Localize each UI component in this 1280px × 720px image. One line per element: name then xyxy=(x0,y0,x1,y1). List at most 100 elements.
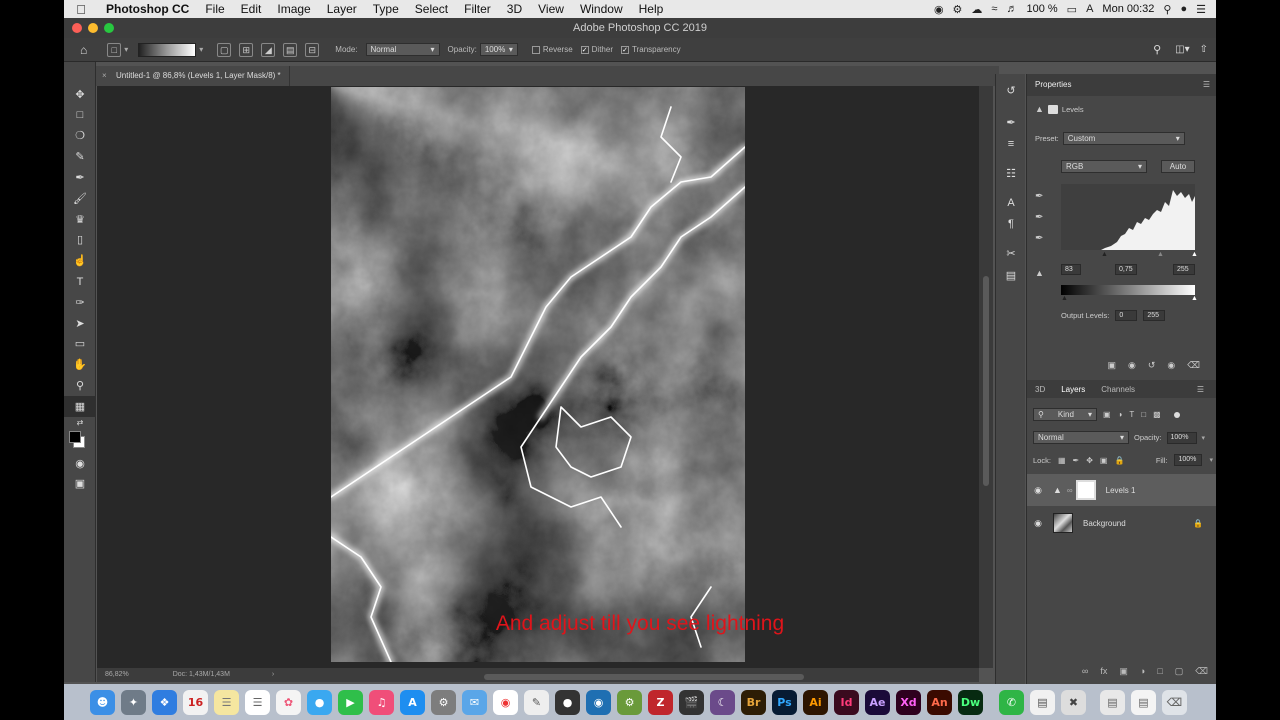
tool-preset-picker[interactable]: □ ▾ xyxy=(107,42,128,57)
menu-edit[interactable]: Edit xyxy=(233,2,270,16)
tab-channels[interactable]: Channels xyxy=(1093,385,1143,394)
brush-settings-icon[interactable]: ✒ xyxy=(996,112,1026,134)
input-sliders[interactable]: ▲ ▲ ▲ xyxy=(1063,251,1198,258)
reset-icon[interactable]: ↺ xyxy=(1148,360,1156,371)
chevron-down-icon[interactable]: ▾ xyxy=(1202,434,1206,442)
fill-field[interactable]: 100% xyxy=(1174,454,1203,466)
close-window-button[interactable] xyxy=(72,23,82,33)
record-icon[interactable]: ◉ xyxy=(934,3,944,16)
finder-icon[interactable]: ☻ xyxy=(90,689,115,715)
filter-kind-select[interactable]: ⚲ Kind ▾ xyxy=(1033,408,1097,421)
tools-presets-icon[interactable]: ✂ xyxy=(996,243,1026,265)
swap-colors-icon[interactable]: ⇄ xyxy=(64,417,96,429)
dreamweaver-icon[interactable]: Dw xyxy=(958,689,983,715)
auto-button[interactable]: Auto xyxy=(1161,160,1195,173)
zoom-window-button[interactable] xyxy=(104,23,114,33)
color-swatches[interactable] xyxy=(64,429,96,453)
close-tab-icon[interactable]: × xyxy=(102,66,107,86)
mode-select[interactable]: Normal ▾ xyxy=(365,43,440,56)
itunes-icon[interactable]: ♫ xyxy=(369,689,394,715)
spotlight-search-icon[interactable]: ⚲ xyxy=(1163,3,1171,16)
menu-window[interactable]: Window xyxy=(572,2,631,16)
zoom-level[interactable]: 86,82% xyxy=(105,671,129,678)
siri-icon[interactable]: ● xyxy=(1180,3,1187,15)
battery-icon[interactable]: ▭ xyxy=(1067,3,1077,16)
output-white-slider[interactable]: ▲ xyxy=(1191,295,1198,302)
menu-view[interactable]: View xyxy=(530,2,572,16)
lock-all-icon[interactable]: 🔒 xyxy=(1114,456,1124,465)
type-tool-icon[interactable]: T xyxy=(64,271,96,292)
xd-icon[interactable]: Xd xyxy=(896,689,921,715)
menu-layer[interactable]: Layer xyxy=(319,2,365,16)
foreground-color-swatch[interactable] xyxy=(69,430,81,443)
new-layer-icon[interactable]: ▢ xyxy=(1175,666,1184,677)
menu-file[interactable]: File xyxy=(197,2,232,16)
chevron-down-icon[interactable]: ▾ xyxy=(1209,456,1213,464)
safari-icon[interactable]: ❖ xyxy=(152,689,177,715)
lock-image-icon[interactable]: ✒ xyxy=(1073,456,1080,465)
black-input-slider[interactable]: ▲ xyxy=(1101,251,1108,258)
eyedropper-tool-icon[interactable]: ✒ xyxy=(64,167,96,188)
link-icon[interactable]: ∞ xyxy=(1067,486,1073,495)
glyphs-panel-icon[interactable]: ▤ xyxy=(996,265,1026,287)
marquee-tool-icon[interactable]: □ xyxy=(64,105,96,126)
utility-icon[interactable]: ⚙ xyxy=(617,689,642,715)
menu-type[interactable]: Type xyxy=(365,2,407,16)
panel-menu-icon[interactable]: ☰ xyxy=(1203,74,1210,96)
layer-name[interactable]: Background xyxy=(1083,519,1126,528)
preset-select[interactable]: Custom ▾ xyxy=(1062,132,1185,145)
adjustments-panel-icon[interactable]: ≡ xyxy=(996,133,1026,155)
messages-icon[interactable]: ● xyxy=(307,689,332,715)
motion-icon[interactable]: ☾ xyxy=(710,689,735,715)
layer-filter-icons[interactable]: ▣◑T□▩ xyxy=(1103,410,1168,419)
angle-gradient-button[interactable]: ◢ xyxy=(261,42,276,57)
character-panel-icon[interactable]: A xyxy=(996,192,1026,214)
tab-layers[interactable]: Layers xyxy=(1053,385,1093,394)
levels-icon[interactable]: ▲ xyxy=(1035,104,1044,114)
cloud-icon[interactable]: ☁ xyxy=(971,3,982,16)
gamma-input-slider[interactable]: ▲ xyxy=(1157,251,1164,258)
output-black-field[interactable]: 0 xyxy=(1115,310,1138,321)
properties-title[interactable]: Properties xyxy=(1035,80,1071,89)
notes-icon[interactable]: ☰ xyxy=(214,689,239,715)
document-tab[interactable]: × Untitled-1 @ 86,8% (Levels 1, Layer Mas… xyxy=(96,66,290,86)
gray-point-eyedropper-icon[interactable]: ✒ xyxy=(1035,207,1043,228)
lock-transparent-icon[interactable]: ▦ xyxy=(1058,456,1066,465)
volume-icon[interactable]: ♬ xyxy=(1006,3,1017,15)
delete-trash-icon[interactable]: ⌫ xyxy=(1187,360,1200,371)
network-icon[interactable]: ◉ xyxy=(586,689,611,715)
after-effects-icon[interactable]: Ae xyxy=(865,689,890,715)
lock-position-icon[interactable]: ✥ xyxy=(1086,456,1093,465)
paragraph-panel-icon[interactable]: ¶ xyxy=(996,214,1026,236)
facetime-icon[interactable]: ▶ xyxy=(338,689,363,715)
dither-checkbox[interactable]: ✓ Dither xyxy=(580,45,613,54)
minimize-window-button[interactable] xyxy=(88,23,98,33)
visibility-eye-icon[interactable]: ◉ xyxy=(1027,485,1049,496)
home-icon[interactable]: ⌂ xyxy=(80,43,87,57)
menu-help[interactable]: Help xyxy=(631,2,672,16)
document-canvas[interactable] xyxy=(331,87,745,662)
gradient-swatch[interactable] xyxy=(138,42,197,57)
archive-icon[interactable]: ▤ xyxy=(1100,689,1125,715)
brush-tool-icon[interactable]: 🖌 xyxy=(64,188,96,209)
layer-name[interactable]: Levels 1 xyxy=(1106,486,1136,495)
filezilla-icon[interactable]: Z xyxy=(648,689,673,715)
libraries-panel-icon[interactable]: ☷ xyxy=(996,163,1026,185)
search-icon[interactable]: ⚲ xyxy=(1153,43,1161,56)
sync-icon[interactable]: ⚙ xyxy=(953,3,963,16)
mail-icon[interactable]: ✉ xyxy=(462,689,487,715)
new-adjustment-icon[interactable]: ◑ xyxy=(1140,666,1145,677)
text-input-icon[interactable]: A xyxy=(1086,3,1093,15)
rectangle-tool-icon[interactable]: ▭ xyxy=(64,334,96,355)
chevron-right-icon[interactable]: › xyxy=(272,671,274,678)
lasso-tool-icon[interactable]: ❍ xyxy=(64,126,96,147)
path-selection-tool-icon[interactable]: ➤ xyxy=(64,313,96,334)
history-panel-icon[interactable]: ↺ xyxy=(996,80,1026,102)
textedit-icon[interactable]: ✎ xyxy=(524,689,549,715)
reminders-icon[interactable]: ☰ xyxy=(245,689,270,715)
app-store-icon[interactable]: A xyxy=(400,689,425,715)
launchpad-icon[interactable]: ✦ xyxy=(121,689,146,715)
lock-artboard-icon[interactable]: ▣ xyxy=(1100,456,1108,465)
output-black-slider[interactable]: ▲ xyxy=(1061,295,1068,302)
move-tool-icon[interactable]: ✥ xyxy=(64,84,96,105)
